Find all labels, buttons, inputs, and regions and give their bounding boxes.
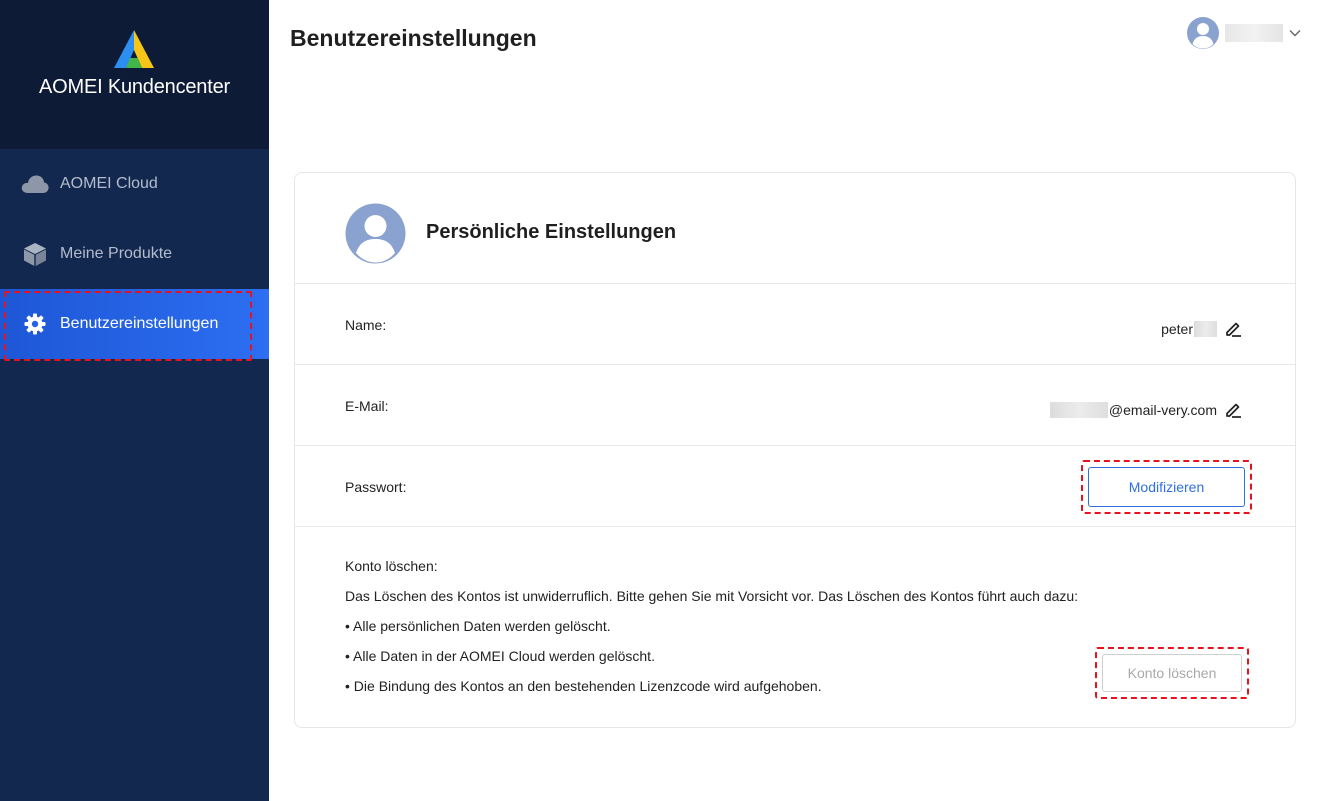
name-label: Name: bbox=[345, 317, 387, 333]
sidebar-nav: AOMEI Cloud Meine Produkte Benutzereinst… bbox=[0, 149, 269, 361]
email-label: E-Mail: bbox=[345, 398, 389, 414]
password-label: Passwort: bbox=[345, 479, 407, 495]
edit-icon[interactable] bbox=[1223, 400, 1243, 420]
email-value-group: @email-very.com bbox=[1049, 400, 1243, 420]
gear-icon bbox=[20, 309, 50, 339]
delete-warning: Das Löschen des Kontos ist unwiderruflic… bbox=[345, 588, 1079, 604]
delete-button-highlight: Konto löschen bbox=[1095, 647, 1249, 699]
name-value-group: peter bbox=[1161, 319, 1243, 339]
modify-password-button[interactable]: Modifizieren bbox=[1088, 467, 1245, 507]
password-row: Passwort: Modifizieren bbox=[295, 446, 1295, 527]
email-value: @email-very.com bbox=[1108, 402, 1217, 418]
user-menu[interactable] bbox=[1186, 16, 1302, 50]
chevron-down-icon bbox=[1289, 30, 1301, 37]
card-header: Persönliche Einstellungen bbox=[295, 173, 1295, 284]
brand-header: AOMEI Kundencenter bbox=[0, 0, 269, 149]
delete-account-section: Konto löschen: Das Löschen des Kontos is… bbox=[345, 558, 1078, 708]
avatar-icon bbox=[345, 203, 406, 264]
box-icon bbox=[20, 239, 50, 269]
delete-bullet: • Alle persönlichen Daten werden gelösch… bbox=[345, 618, 611, 634]
sidebar-item-label: AOMEI Cloud bbox=[60, 175, 158, 192]
sidebar-item-aomei-cloud[interactable]: AOMEI Cloud bbox=[0, 149, 269, 219]
brand-name: AOMEI Kundencenter bbox=[39, 76, 230, 98]
card-title: Persönliche Einstellungen bbox=[426, 221, 677, 243]
delete-account-button[interactable]: Konto löschen bbox=[1102, 654, 1242, 692]
cloud-icon bbox=[20, 169, 50, 199]
modify-button-highlight: Modifizieren bbox=[1081, 460, 1252, 514]
sidebar-item-benutzereinstellungen[interactable]: Benutzereinstellungen bbox=[0, 289, 269, 361]
sidebar-item-meine-produkte[interactable]: Meine Produkte bbox=[0, 219, 269, 289]
app-root: AOMEI Kundencenter AOMEI Cloud Meine Pro… bbox=[0, 0, 1318, 801]
username-redacted bbox=[1225, 24, 1283, 42]
sidebar-item-label: Benutzereinstellungen bbox=[60, 315, 219, 332]
avatar-icon bbox=[1187, 17, 1219, 49]
personal-settings-card: Persönliche Einstellungen Name: peter E-… bbox=[294, 172, 1296, 728]
sidebar: AOMEI Kundencenter AOMEI Cloud Meine Pro… bbox=[0, 0, 269, 801]
email-row: E-Mail: @email-very.com bbox=[295, 365, 1295, 446]
aomei-logo-icon bbox=[114, 30, 154, 68]
page-title: Benutzereinstellungen bbox=[290, 25, 537, 51]
edit-icon[interactable] bbox=[1223, 319, 1243, 339]
delete-bullet: • Alle Daten in der AOMEI Cloud werden g… bbox=[345, 648, 655, 664]
delete-account-label: Konto löschen: bbox=[345, 558, 438, 574]
delete-bullet: • Die Bindung des Kontos an den bestehen… bbox=[345, 678, 822, 694]
name-redacted bbox=[1194, 321, 1217, 337]
sidebar-item-label: Meine Produkte bbox=[60, 245, 173, 262]
name-value: peter bbox=[1161, 321, 1193, 337]
email-redacted bbox=[1049, 402, 1108, 418]
name-row: Name: peter bbox=[295, 284, 1295, 365]
